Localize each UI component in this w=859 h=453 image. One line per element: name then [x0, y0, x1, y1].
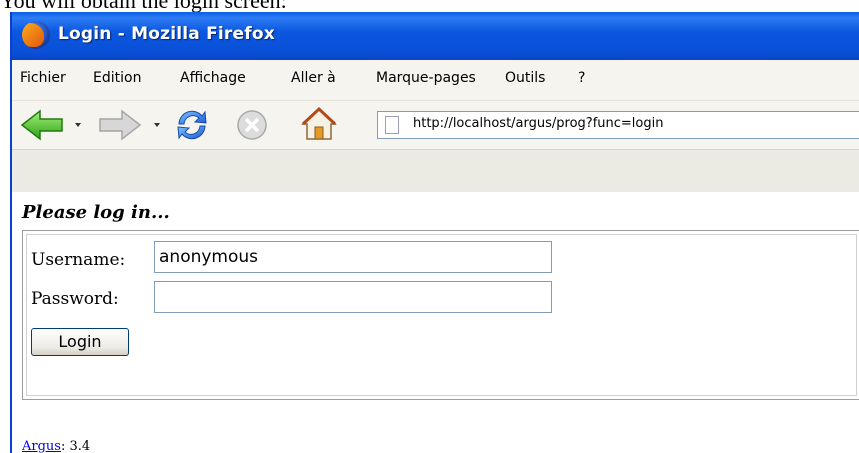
- window-title: Login - Mozilla Firefox: [58, 24, 275, 44]
- navigation-toolbar: http://localhost/argus/prog?func=login: [12, 101, 859, 149]
- back-icon[interactable]: [20, 109, 64, 141]
- username-label: Username:: [31, 250, 126, 270]
- login-button[interactable]: Login: [31, 328, 129, 356]
- title-bar: Login - Mozilla Firefox: [12, 12, 859, 60]
- menu-fichier[interactable]: Fichier: [20, 70, 66, 86]
- page-content: Please log in... Username: anonymous Pas…: [12, 192, 859, 453]
- forward-icon[interactable]: [98, 109, 142, 141]
- page-heading: Please log in...: [22, 202, 170, 223]
- page-icon: [385, 116, 399, 134]
- browser-window: Login - Mozilla Firefox Fichier Edition …: [10, 12, 859, 453]
- menu-affichage[interactable]: Affichage: [180, 70, 246, 86]
- menu-marque-pages[interactable]: Marque-pages: [376, 70, 476, 86]
- password-input[interactable]: [154, 281, 552, 313]
- stop-icon[interactable]: [236, 109, 268, 141]
- url-text: http://localhost/argus/prog?func=login: [413, 116, 664, 131]
- bookmarks-toolbar: [12, 149, 859, 193]
- menu-bar: Fichier Edition Affichage Aller à Marque…: [12, 60, 859, 101]
- menu-help[interactable]: ?: [578, 70, 585, 86]
- menu-aller[interactable]: Aller à: [291, 70, 336, 86]
- menu-outils[interactable]: Outils: [505, 70, 545, 86]
- url-bar[interactable]: http://localhost/argus/prog?func=login: [377, 111, 859, 139]
- login-form: Username: anonymous Password: Login: [22, 230, 859, 400]
- footer: Argus: 3.4: [22, 439, 90, 453]
- argus-link[interactable]: Argus: [22, 439, 61, 453]
- back-dropdown-icon[interactable]: [75, 123, 81, 127]
- version-text: : 3.4: [60, 439, 91, 453]
- reload-icon[interactable]: [174, 107, 210, 143]
- firefox-logo-icon: [22, 21, 50, 49]
- home-icon[interactable]: [300, 106, 338, 142]
- username-input[interactable]: anonymous: [154, 241, 552, 273]
- password-label: Password:: [31, 289, 119, 309]
- forward-dropdown-icon[interactable]: [154, 123, 160, 127]
- caption: You will obtain the login screen:: [0, 0, 287, 13]
- menu-edition[interactable]: Edition: [93, 70, 141, 86]
